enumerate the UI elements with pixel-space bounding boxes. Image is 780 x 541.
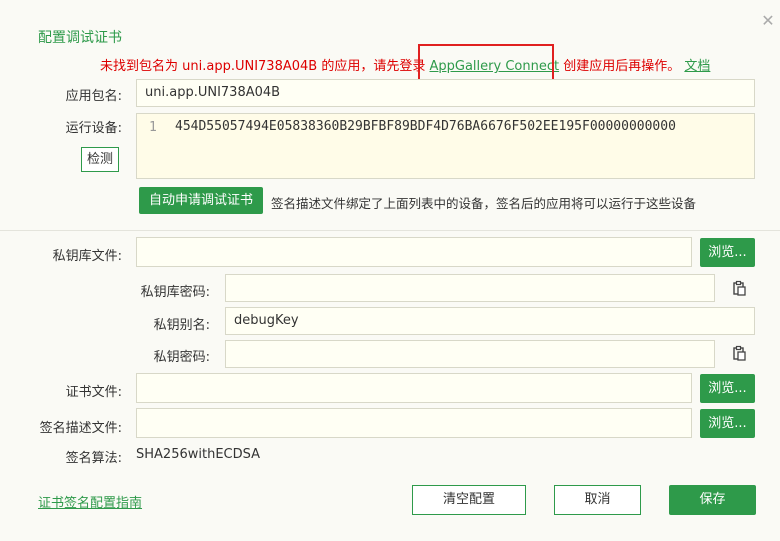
detect-button[interactable]: 检测	[81, 147, 119, 172]
close-icon[interactable]: ✕	[757, 10, 779, 32]
warning-prefix: 未找到包名为 uni.app.UNI738A04B 的应用，请先登录	[100, 59, 426, 74]
profile-label: 签名描述文件:	[39, 421, 122, 436]
dialog-title: 配置调试证书	[38, 30, 122, 46]
algorithm-value: SHA256withECDSA	[136, 447, 261, 462]
package-label: 应用包名:	[65, 89, 122, 104]
device-editor[interactable]: 1 454D55057494E05838360B29BFBF89BDF4D76B…	[136, 113, 755, 179]
warning-suffix: 创建应用后再操作。	[563, 59, 681, 74]
alias-label: 私钥别名:	[153, 318, 210, 333]
keystore-label: 私钥库文件:	[52, 249, 122, 264]
keystore-browse-button[interactable]: 浏览...	[700, 238, 755, 267]
key-password-label: 私钥密码:	[153, 350, 210, 365]
cert-browse-button[interactable]: 浏览...	[700, 374, 755, 403]
divider	[0, 230, 780, 231]
algorithm-label: 签名算法:	[65, 451, 122, 466]
clipboard-icon[interactable]	[731, 280, 747, 296]
clear-config-button[interactable]: 清空配置	[412, 485, 526, 515]
clipboard-icon[interactable]	[731, 345, 747, 361]
line-number: 1	[149, 120, 157, 135]
device-id: 454D55057494E05838360B29BFBF89BDF4D76BA6…	[175, 119, 676, 134]
cert-label: 证书文件:	[65, 385, 122, 400]
alias-field[interactable]: debugKey	[225, 307, 755, 335]
save-button[interactable]: 保存	[669, 485, 756, 515]
device-label: 运行设备:	[65, 121, 122, 136]
auto-apply-description: 签名描述文件绑定了上面列表中的设备，签名后的应用将可以运行于这些设备	[271, 196, 697, 211]
warning-message: 未找到包名为 uni.app.UNI738A04B 的应用，请先登录 AppGa…	[100, 55, 710, 74]
package-field[interactable]: uni.app.UNI738A04B	[136, 79, 755, 107]
auto-apply-button[interactable]: 自动申请调试证书	[139, 187, 263, 214]
cert-file-field[interactable]	[136, 373, 692, 403]
keystore-file-field[interactable]	[136, 237, 692, 267]
cancel-button[interactable]: 取消	[554, 485, 641, 515]
key-password-field[interactable]	[225, 340, 715, 368]
doc-link[interactable]: 文档	[684, 59, 710, 74]
profile-file-field[interactable]	[136, 408, 692, 438]
signing-guide-link[interactable]: 证书签名配置指南	[38, 492, 142, 511]
profile-browse-button[interactable]: 浏览...	[700, 409, 755, 438]
keystore-password-field[interactable]	[225, 274, 715, 302]
keystore-password-label: 私钥库密码:	[140, 285, 210, 300]
